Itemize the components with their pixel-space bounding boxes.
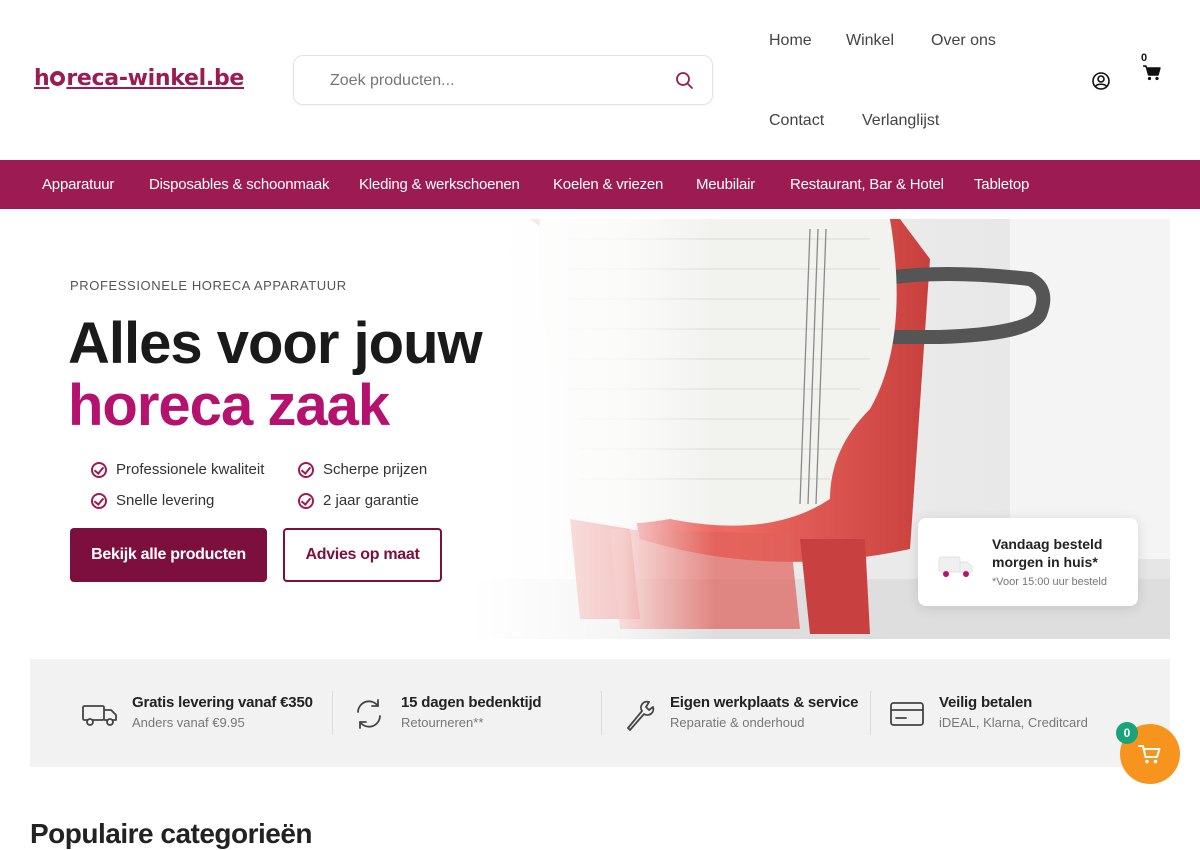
feature-label: Professionele kwaliteit [116,461,265,478]
category-kleding[interactable]: Kleding & werkschoenen [359,176,520,193]
search-box [293,55,713,105]
usp-title: 15 dagen bedenktijd [401,694,542,711]
custom-advice-button[interactable]: Advies op maat [283,528,442,582]
usp-title: Gratis levering vanaf €350 [132,694,313,711]
usp-secure-payment: Veilig betalen iDEAL, Klarna, Creditcard [889,659,1149,767]
hero-feature-quality: Professionele kwaliteit [91,461,264,478]
nav-shop[interactable]: Winkel [846,32,894,50]
hero-title-line1: Alles voor jouw [68,311,483,376]
hero-eyebrow: PROFESSIONELE HORECA APPARATUUR [70,278,347,293]
nav-about[interactable]: Over ons [931,32,996,50]
usp-service: Eigen werkplaats & service Reparatie & o… [620,659,880,767]
usp-title: Veilig betalen [939,694,1033,711]
delivery-promise-card: Vandaag besteld morgen in huis* *Voor 15… [918,518,1138,606]
refresh-icon [357,699,381,729]
usp-bar: Gratis levering vanaf €350 Anders vanaf … [30,659,1170,767]
delivery-promise-title: Vandaag besteld morgen in huis* [992,536,1103,570]
usp-subtitle: Reparatie & onderhoud [670,715,805,730]
logo-text-suffix: reca-winkel.be [66,66,245,91]
usp-subtitle: iDEAL, Klarna, Creditcard [939,715,1088,730]
truck-icon [82,705,117,726]
usp-return-period: 15 dagen bedenktijd Retourneren** [351,659,611,767]
category-bar: Apparatuur Disposables & schoonmaak Kled… [0,160,1200,209]
category-disposables[interactable]: Disposables & schoonmaak [149,176,330,193]
feature-label: 2 jaar garantie [323,492,419,509]
check-circle-icon [91,492,107,509]
category-koelen[interactable]: Koelen & vriezen [553,176,663,193]
check-circle-icon [298,492,314,509]
category-apparatuur[interactable]: Apparatuur [42,176,114,193]
popular-categories-title: Populaire categorieën [30,818,313,849]
category-tabletop[interactable]: Tabletop [974,176,1029,193]
floating-cart-button[interactable]: 0 [1116,722,1180,784]
nav-contact[interactable]: Contact [769,112,824,130]
site-header: h reca-winkel.be Home Winkel Over ons Con… [0,0,1200,160]
usp-subtitle: Anders vanaf €9.95 [132,715,245,730]
hero-feature-prices: Scherpe prijzen [298,461,427,478]
category-restaurant[interactable]: Restaurant, Bar & Hotel [790,176,944,193]
logo-o-mark [50,71,66,86]
usp-title: Eigen werkplaats & service [670,694,859,711]
account-icon[interactable] [1090,70,1112,92]
hero-feature-delivery: Snelle levering [91,492,214,509]
shopping-cart-icon [1138,745,1161,764]
usp-divider [332,691,333,735]
search-icon[interactable] [674,70,696,92]
delivery-truck-icon [938,556,973,577]
category-meubilair[interactable]: Meubilair [696,176,755,193]
site-logo[interactable]: h reca-winkel.be [34,66,244,91]
usp-divider [601,691,602,735]
delivery-promise-note: *Voor 15:00 uur besteld [992,576,1107,588]
search-input[interactable] [330,68,650,94]
usp-subtitle: Retourneren** [401,715,484,730]
check-circle-icon [91,461,107,478]
logo-text-prefix: h [34,66,50,91]
wrench-icon [627,700,655,731]
usp-free-delivery: Gratis levering vanaf €350 Anders vanaf … [82,659,342,767]
nav-wishlist[interactable]: Verlanglijst [862,112,939,130]
check-circle-icon [298,461,314,478]
nav-home[interactable]: Home [769,32,812,50]
feature-label: Scherpe prijzen [323,461,428,478]
header-cart-button[interactable]: 0 [1138,52,1162,84]
floating-cart-count: 0 [1116,722,1138,744]
hero-feature-warranty: 2 jaar garantie [298,492,419,509]
view-all-products-button[interactable]: Bekijk alle producten [70,528,267,582]
hero-title-line2: horeca zaak [68,373,390,438]
usp-divider [870,691,871,735]
credit-card-icon [890,702,924,726]
cart-icon [1143,65,1161,81]
feature-label: Snelle levering [116,492,215,509]
